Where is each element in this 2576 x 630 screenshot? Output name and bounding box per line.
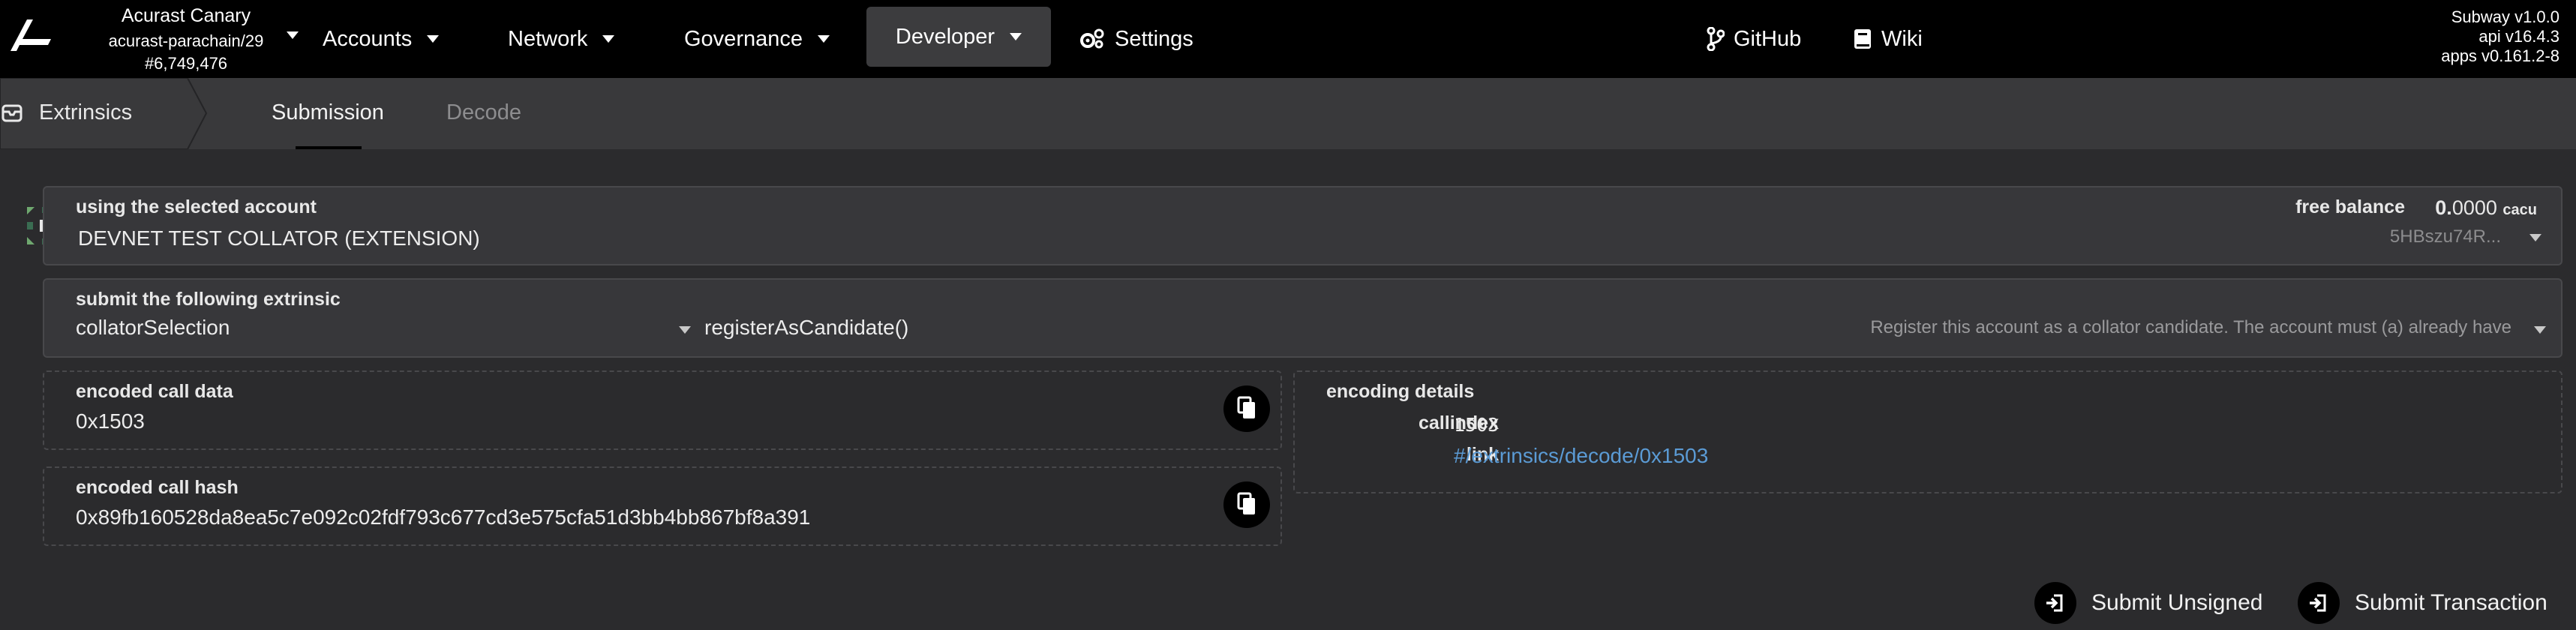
nav-governance[interactable]: Governance [684,0,830,78]
call-dropdown[interactable]: registerAsCandidate() Register this acco… [704,313,2546,350]
copy-button[interactable] [1223,386,1270,432]
nav-settings[interactable]: Settings [1079,0,1193,78]
nav-accounts[interactable]: Accounts [323,0,440,78]
nav-network-label: Network [508,26,588,51]
chain-name: Acurast Canary [121,5,251,26]
tab-decode[interactable]: Decode [446,100,521,125]
nav-governance-label: Governance [684,26,803,51]
submit-unsigned-label: Submit Unsigned [2091,590,2263,615]
submit-transaction-button[interactable]: Submit Transaction [2298,582,2547,624]
encoded-call-label: encoded call data [76,381,233,402]
nav-wiki[interactable]: Wiki [1853,0,1923,78]
version-info: Subway v1.0.0 api v16.4.3 apps v0.161.2-… [2441,8,2559,66]
encoding-details: encoding details callindex 1503 link #/e… [1293,370,2562,494]
subway-version: Subway v1.0.0 [2451,8,2559,26]
nav-github[interactable]: GitHub [1707,0,1801,78]
balance-value: 0.0000 cacu [2435,196,2537,220]
gears-icon [1080,28,1104,49]
encoded-call-data-field: encoded call data 0x1503 [43,370,1282,450]
balance-unit: cacu [2502,202,2537,218]
breadcrumb: Extrinsics [0,78,208,149]
pallet-value: collatorSelection [76,316,230,339]
extrinsic-label: submit the following extrinsic [76,289,341,310]
chevron-down-icon [2534,326,2546,334]
api-version: api v16.4.3 [2478,27,2559,46]
encoding-details-label: encoding details [1326,381,1475,402]
extrinsics-icon [2,104,23,122]
balance-label: free balance [2295,196,2405,218]
callindex-value: 1503 [1454,414,1500,436]
encoded-hash-value[interactable]: 0x89fb160528da8ea5c7e092c02fdf793c677cd3… [76,506,810,530]
chevron-down-icon [818,35,830,43]
balance-decimals: 0000 [2451,196,2497,219]
top-bar: Acurast Canary acurast-parachain/29 #6,7… [0,0,2576,78]
account-name: DEVNET TEST COLLATOR (EXTENSION) [78,226,480,250]
sub-navigation: Extrinsics Submission Decode [0,78,2576,149]
nav-developer[interactable]: Developer [866,7,1051,67]
chevron-down-icon [602,35,615,43]
account-label: using the selected account [76,196,317,218]
sign-in-icon [2298,582,2340,624]
chain-spec: acurast-parachain/29 [108,32,264,50]
submit-unsigned-button[interactable]: Submit Unsigned [2034,582,2262,624]
acurast-logo[interactable] [8,16,54,52]
nav-wiki-label: Wiki [1881,26,1923,51]
copy-icon [1237,396,1255,418]
section-title: Extrinsics [39,100,133,124]
extrinsic-selector: submit the following extrinsic collatorS… [43,278,2562,358]
chevron-down-icon [287,32,299,39]
call-value: registerAsCandidate() [704,316,909,339]
block-number: #6,749,476 [144,54,228,73]
sign-in-icon [2034,582,2076,624]
chevron-down-icon [2529,234,2541,242]
account-address: 5HBszu74R... [2389,226,2501,247]
nav-settings-label: Settings [1115,26,1193,51]
nav-network[interactable]: Network [508,0,615,78]
active-tab-indicator [296,146,362,149]
apps-version: apps v0.161.2-8 [2441,46,2559,65]
copy-icon [1237,492,1255,514]
copy-button[interactable] [1223,482,1270,528]
chevron-down-icon [427,35,440,43]
chain-selector[interactable]: Acurast Canary acurast-parachain/29 #6,7… [81,4,299,75]
submit-transaction-label: Submit Transaction [2355,590,2547,615]
balance-integer: 0. [2435,196,2452,219]
chevron-down-icon [1010,33,1022,40]
encoded-call-hash-field: encoded call hash 0x89fb160528da8ea5c7e0… [43,466,1282,546]
tab-submission[interactable]: Submission [272,100,384,125]
encoded-hash-label: encoded call hash [76,477,239,498]
decode-link[interactable]: #/extrinsics/decode/0x1503 [1454,444,1708,468]
book-icon [1854,29,1871,49]
encoded-call-value[interactable]: 0x1503 [76,410,145,434]
nav-developer-label: Developer [895,24,995,49]
code-branch-icon [1707,27,1725,51]
account-selector[interactable]: using the selected account DEVNET TEST C… [43,186,2562,266]
call-description: Register this account as a collator cand… [1870,317,2511,338]
chevron-down-icon [679,326,691,334]
nav-github-label: GitHub [1734,26,1802,51]
pallet-dropdown[interactable]: collatorSelection [76,313,691,350]
nav-accounts-label: Accounts [323,26,413,51]
